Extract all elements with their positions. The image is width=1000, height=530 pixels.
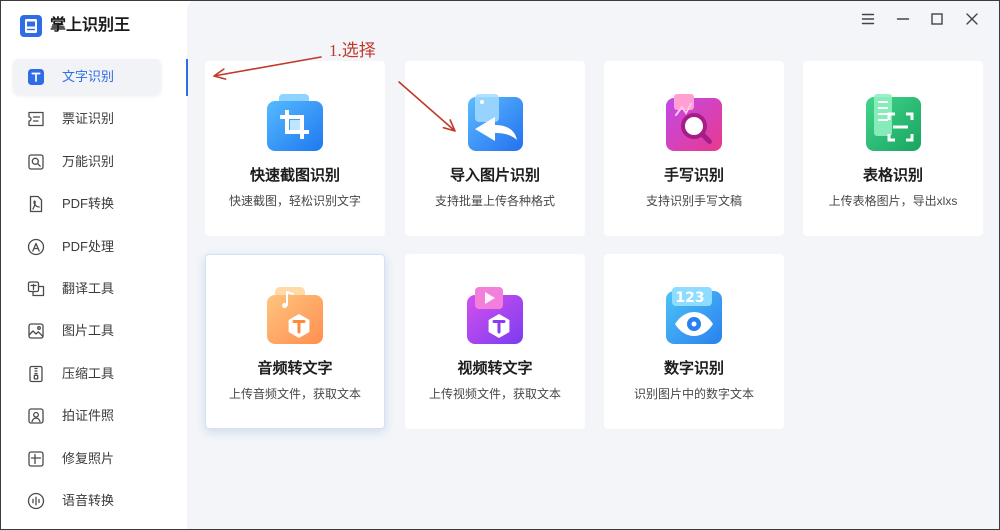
card-description: 上传表格图片，导出xlxs [828,194,958,208]
sidebar-item-translate-tools[interactable]: 翻译工具 [13,271,161,307]
card-title: 音频转文字 [257,360,333,377]
sidebar-item-pdf-process[interactable]: PDF处理 [13,229,161,265]
sidebar-item-ticket-recognition[interactable]: 票证识别 [13,101,161,137]
voice-convert-icon [27,492,45,510]
card-title: 导入图片识别 [449,167,540,184]
audio-to-text-icon [267,287,323,344]
card-description: 上传音频文件，获取文本 [228,387,361,401]
pdf-process-icon [27,238,45,255]
universal-scan-icon [28,154,44,170]
card-title: 视频转文字 [457,360,533,377]
card-title: 快速截图识别 [249,167,340,184]
card-description: 上传视频文件，获取文本 [428,387,561,401]
sidebar-item-label: 万能识别 [62,153,115,169]
id-photo-icon [28,408,44,424]
app-logo-icon [20,15,42,37]
text-recognition-icon [28,69,44,85]
maximize-icon[interactable] [928,10,946,28]
sidebar-item-label: 图片工具 [62,323,115,339]
card-title: 数字识别 [663,360,724,377]
image-tools-icon [28,323,44,339]
card-handwriting[interactable]: 手写识别 支持识别手写文稿 [604,61,784,236]
sidebar-item-id-photo[interactable]: 拍证件照 [13,398,161,434]
digit-icon-label: 123 [675,290,704,306]
digit-recognition-icon: 123 [666,287,722,344]
card-quick-screenshot[interactable]: 快速截图识别 快速截图，轻松识别文字 [205,61,385,236]
card-description: 支持识别手写文稿 [645,194,742,208]
sidebar-item-text-recognition[interactable]: 文字识别 [13,59,161,95]
card-description: 识别图片中的数字文本 [633,387,754,401]
sidebar: 掌上识别王 文字识别 票证识别 万能识别 PDF转换 PDF处理 翻译工具 图片… [0,0,188,530]
sidebar-item-label: 票证识别 [62,111,115,127]
card-title: 表格识别 [862,167,923,184]
card-table[interactable]: 表格识别 上传表格图片，导出xlxs [803,61,983,236]
import-image-icon [468,94,523,151]
card-description: 快速截图，轻松识别文字 [228,194,361,208]
sidebar-item-label: PDF转换 [62,196,115,212]
close-icon[interactable] [963,10,981,28]
sidebar-item-label: 翻译工具 [62,280,115,296]
compress-icon [29,365,43,382]
sidebar-item-label: 拍证件照 [62,408,115,424]
ticket-icon [28,112,44,127]
video-to-text-icon [467,287,523,344]
sidebar-item-label: 语音转换 [62,492,115,508]
translate-icon [27,281,45,297]
card-audio-to-text[interactable]: 音频转文字 上传音频文件，获取文本 [205,254,385,429]
screenshot-crop-icon [267,94,323,151]
sidebar-item-photo-repair[interactable]: 修复照片 [13,441,161,477]
sidebar-item-label: 修复照片 [62,450,115,466]
sidebar-item-voice-convert[interactable]: 语音转换 [13,483,161,519]
sidebar-item-label: 压缩工具 [62,365,115,381]
active-nav-indicator [186,59,188,96]
card-title: 手写识别 [663,167,724,184]
card-digit-recognition[interactable]: 123 数字识别 识别图片中的数字文本 [604,254,784,429]
sidebar-item-label: PDF处理 [62,238,115,254]
photo-repair-icon [28,450,44,467]
handwriting-search-icon [666,94,722,151]
card-import-image[interactable]: 导入图片识别 支持批量上传各种格式 [405,61,585,236]
annotation-label: 1.选择 [329,41,376,60]
sidebar-item-universal-recognition[interactable]: 万能识别 [13,144,161,180]
pdf-convert-icon [29,196,43,213]
table-scan-icon [866,94,921,151]
minimize-icon[interactable] [894,10,912,28]
sidebar-item-label: 文字识别 [62,69,115,84]
card-description: 支持批量上传各种格式 [434,194,555,208]
sidebar-item-pdf-convert[interactable]: PDF转换 [13,186,161,222]
card-video-to-text[interactable]: 视频转文字 上传视频文件，获取文本 [405,254,585,429]
main-content: 快速截图识别 快速截图，轻松识别文字 导入图片识别 支持批量上传各种格式 手写识… [187,0,1000,530]
sidebar-item-image-tools[interactable]: 图片工具 [13,313,161,349]
sidebar-item-compress-tools[interactable]: 压缩工具 [13,356,161,392]
sidebar-nav: 文字识别 票证识别 万能识别 PDF转换 PDF处理 翻译工具 图片工具 压缩工… [13,59,161,525]
app-window: 掌上识别王 文字识别 票证识别 万能识别 PDF转换 PDF处理 翻译工具 图片… [0,0,1000,530]
menu-icon[interactable] [859,10,877,28]
app-title: 掌上识别王 [50,17,131,34]
